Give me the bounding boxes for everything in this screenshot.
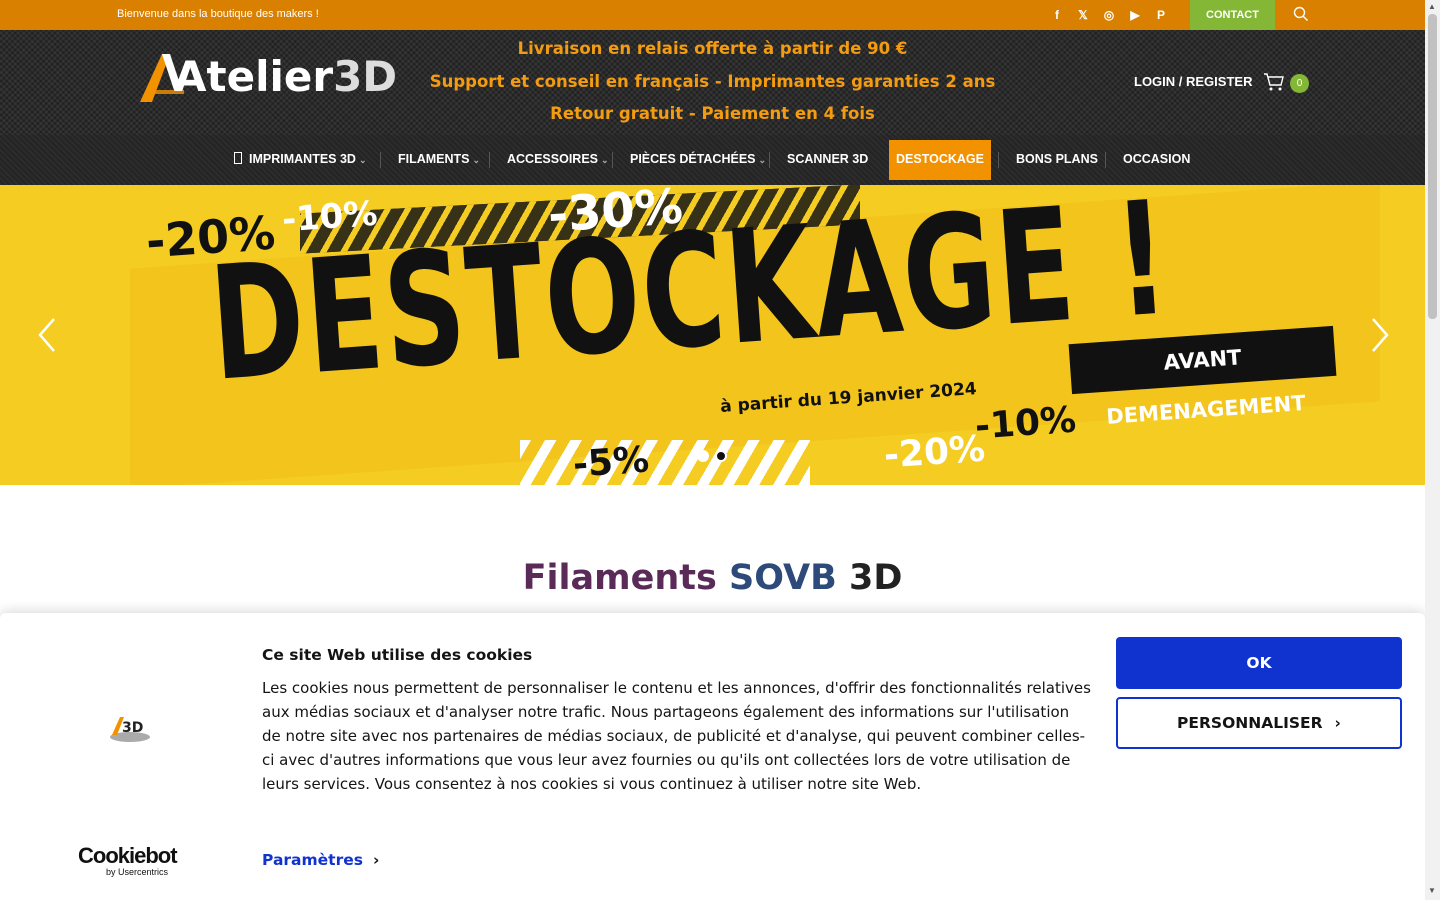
nav-divider [489, 152, 490, 168]
accept-button[interactable]: OK [1116, 637, 1402, 689]
chevron-down-icon: ⌄ [601, 155, 609, 165]
cookie-consent-banner: 3D Cookiebot by Usercentrics Ce site Web… [0, 613, 1425, 900]
customize-button[interactable]: PERSONNALISER › [1116, 697, 1402, 749]
scroll-down-icon[interactable]: ▼ [1428, 886, 1436, 895]
chevron-down-icon: ⌄ [358, 155, 367, 165]
customize-label: PERSONNALISER [1177, 714, 1323, 732]
nav-item-destockage[interactable]: DESTOCKAGE [889, 140, 991, 180]
nav-item-imprimantes-3d[interactable]: IMPRIMANTES 3D ⌄ [234, 135, 367, 185]
nav-item-pieces-detachees[interactable]: PIÈCES DÉTACHÉES ⌄ [630, 135, 766, 185]
nav-divider [380, 152, 381, 168]
nav-label: FILAMENTS [398, 152, 470, 166]
title-word: Filaments [522, 558, 717, 598]
welcome-text: Bienvenue dans la boutique des makers ! [117, 8, 319, 20]
logo-text-accent: 3D [333, 52, 398, 101]
contact-button[interactable]: CONTACT [1190, 0, 1275, 32]
discount-label: -20% [882, 428, 987, 477]
site-logo[interactable]: Atelier3D [138, 50, 397, 108]
site-header: Atelier3D Livraison en relais offerte à … [0, 30, 1425, 135]
search-icon[interactable] [1293, 6, 1309, 22]
cookiebot-name: Cookiebot [78, 843, 178, 868]
logo-text: Atelier3D [168, 52, 397, 101]
nav-item-accessoires[interactable]: ACCESSOIRES ⌄ [507, 135, 609, 185]
nav-item-occasion[interactable]: OCCASION [1123, 135, 1190, 185]
cart-count-badge: 0 [1290, 74, 1309, 93]
nav-label: SCANNER 3D [787, 152, 869, 166]
promo-line-3: Retour gratuit - Paiement en 4 fois [550, 104, 875, 123]
page-scrollbar[interactable]: ▲ ▼ [1425, 0, 1440, 900]
scroll-thumb[interactable] [1428, 14, 1437, 319]
top-bar: Bienvenue dans la boutique des makers ! … [0, 0, 1425, 32]
cookiebot-logo[interactable]: Cookiebot by Usercentrics [78, 845, 188, 879]
pinterest-icon[interactable]: P [1152, 6, 1170, 24]
nav-divider [769, 152, 770, 168]
hero-slider[interactable]: -20% -10% -30% DESTOCKAGE ! AVANT DEMENA… [0, 185, 1425, 485]
banner-stripe-bottom [520, 440, 810, 485]
x-icon[interactable]: 𝕏 [1074, 6, 1092, 24]
promo-line-1: Livraison en relais offerte à partir de … [517, 39, 908, 58]
chevron-down-icon: ⌄ [472, 155, 481, 165]
slider-next-icon[interactable] [1365, 315, 1395, 355]
slider-dot-1[interactable] [697, 450, 709, 462]
title-word: 3D [848, 558, 903, 598]
chevron-right-icon: › [372, 851, 380, 869]
facebook-icon[interactable]: f [1048, 6, 1066, 24]
cookie-text: Les cookies nous permettent de personnal… [262, 679, 1091, 793]
slider-pagination [697, 450, 727, 462]
scroll-up-icon[interactable]: ▲ [1428, 2, 1436, 11]
nav-divider [998, 152, 999, 168]
main-nav: IMPRIMANTES 3D ⌄ FILAMENTS ⌄ ACCESSOIRES ⌄ … [0, 135, 1425, 185]
cookie-title: Ce site Web utilise des cookies [262, 646, 533, 664]
section-title: Filaments SOVB 3D [0, 558, 1425, 598]
nav-label: ACCESSOIRES [507, 152, 598, 166]
nav-label: IMPRIMANTES 3D [249, 152, 356, 166]
slider-prev-icon[interactable] [32, 315, 62, 355]
nav-label: OCCASION [1123, 152, 1191, 166]
cookiebot-by: by Usercentrics [106, 867, 169, 877]
title-word: SOVB [729, 558, 837, 598]
settings-link[interactable]: Paramètres › [262, 851, 379, 869]
login-register-link[interactable]: LOGIN / REGISTER [1134, 74, 1252, 89]
youtube-icon[interactable]: ▶ [1126, 6, 1144, 24]
chevron-down-icon: ⌄ [758, 155, 767, 165]
nav-item-filaments[interactable]: FILAMENTS ⌄ [398, 135, 480, 185]
settings-label: Paramètres [262, 851, 363, 869]
nav-item-scanner-3d[interactable]: SCANNER 3D [787, 135, 868, 185]
instagram-icon[interactable]: ◎ [1100, 6, 1118, 24]
nav-label: DESTOCKAGE [896, 152, 984, 166]
nav-item-bons-plans[interactable]: BONS PLANS [1016, 135, 1098, 185]
chevron-right-icon: › [1334, 714, 1341, 732]
nav-label: BONS PLANS [1016, 152, 1098, 166]
printer-icon [234, 152, 242, 164]
cart-icon[interactable] [1263, 72, 1285, 92]
site-logo-small: 3D [110, 717, 150, 742]
discount-label: -5% [571, 439, 651, 485]
slider-dot-2[interactable] [715, 450, 727, 462]
nav-label: PIÈCES DÉTACHÉES [630, 152, 756, 166]
nav-divider [1105, 152, 1106, 168]
discount-label: -10% [973, 399, 1078, 448]
nav-divider [612, 152, 613, 168]
promo-line-2: Support et conseil en français - Imprima… [429, 72, 996, 91]
svg-text:3D: 3D [122, 720, 143, 736]
logo-text-main: Atelier [174, 52, 334, 101]
social-links: f 𝕏 ◎ ▶ P [1048, 6, 1170, 24]
